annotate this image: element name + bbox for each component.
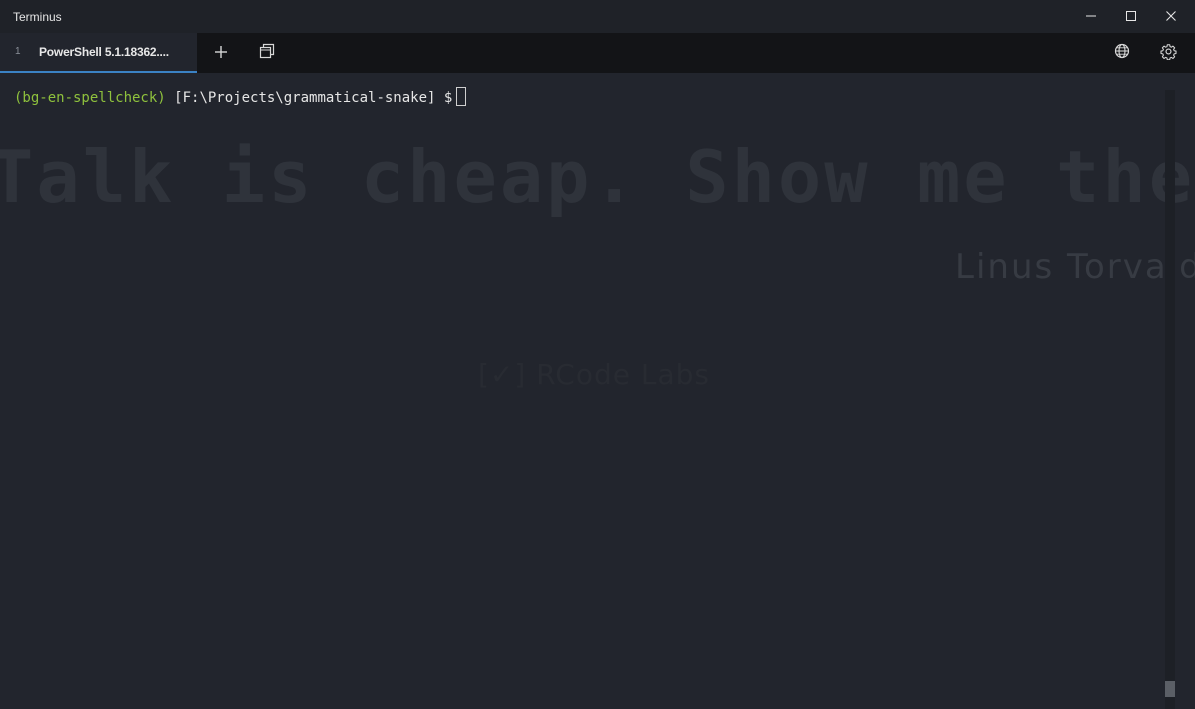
app-title: Terminus — [13, 10, 62, 24]
terminus-window: Terminus 1 PowerShell 5.1.18362.... Talk… — [0, 0, 1195, 709]
scrollbar[interactable] — [1165, 90, 1175, 709]
tab-bar: 1 PowerShell 5.1.18362.... — [0, 33, 1195, 73]
prompt-path: [F:\Projects\grammatical-snake] — [174, 90, 436, 106]
windows-icon — [259, 43, 275, 63]
tab-index: 1 — [15, 46, 21, 57]
prompt-symbol: $ — [443, 90, 453, 106]
prompt-env: (bg-en-spellcheck) — [14, 90, 166, 106]
background-quote: Talk is cheap. Show me the code. — [0, 135, 1195, 219]
tab-title: PowerShell 5.1.18362.... — [39, 45, 169, 59]
plus-icon — [214, 44, 228, 63]
close-button[interactable] — [1151, 0, 1191, 33]
globe-icon — [1114, 43, 1130, 63]
title-bar[interactable]: Terminus — [0, 0, 1195, 33]
text-cursor — [456, 87, 467, 106]
profiles-button[interactable] — [252, 39, 282, 67]
scroll-thumb[interactable] — [1165, 681, 1175, 697]
minimize-button[interactable] — [1071, 0, 1111, 33]
minimize-icon — [1085, 7, 1097, 26]
ssh-connections-button[interactable] — [1107, 39, 1137, 67]
tab-powershell[interactable]: 1 PowerShell 5.1.18362.... — [0, 33, 197, 73]
terminal-area[interactable]: Talk is cheap. Show me the code. Linus T… — [0, 73, 1195, 709]
close-icon — [1165, 7, 1177, 26]
background-author: Linus Torvalds — [955, 247, 1195, 287]
maximize-button[interactable] — [1111, 0, 1151, 33]
prompt-line: (bg-en-spellcheck) [F:\Projects\grammati… — [14, 87, 467, 106]
new-tab-button[interactable] — [206, 39, 236, 67]
gear-icon — [1159, 43, 1177, 64]
background-credit: [✓] RCode Labs — [478, 358, 710, 391]
settings-button[interactable] — [1153, 39, 1183, 67]
maximize-icon — [1125, 7, 1137, 26]
